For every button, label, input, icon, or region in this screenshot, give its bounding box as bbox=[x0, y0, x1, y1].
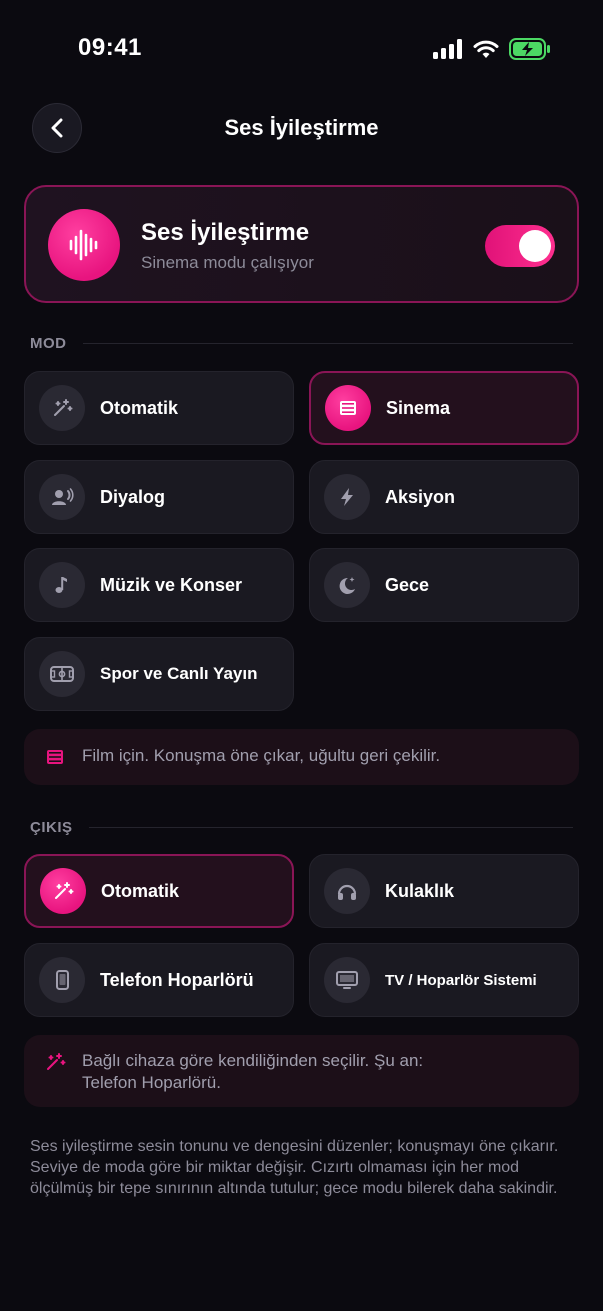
page-title: Ses İyileştirme bbox=[224, 115, 379, 140]
mode-cinema-label: Sinema bbox=[386, 397, 451, 418]
mode-sports-label: Spor ve Canlı Yayın bbox=[100, 664, 258, 683]
magic-wand-icon bbox=[39, 385, 85, 431]
moon-stars-icon bbox=[324, 562, 370, 608]
output-automatic-label: Otomatik bbox=[101, 880, 180, 901]
mode-night[interactable]: Gece bbox=[309, 548, 579, 622]
mode-cinema[interactable]: Sinema bbox=[309, 371, 579, 445]
enhancement-status: Sinema modu çalışıyor bbox=[141, 253, 314, 272]
output-info-text: Bağlı cihaza göre kendiliğinden seçilir.… bbox=[82, 1050, 423, 1094]
mode-action[interactable]: Aksiyon bbox=[309, 460, 579, 534]
output-section-header: ÇIKIŞ bbox=[30, 817, 573, 837]
mode-automatic-label: Otomatik bbox=[100, 397, 179, 418]
enhancement-toggle[interactable] bbox=[485, 225, 555, 267]
headphones-icon bbox=[324, 868, 370, 914]
magic-wand-icon bbox=[40, 868, 86, 914]
stadium-icon bbox=[39, 651, 85, 697]
output-info-line-1: Bağlı cihaza göre kendiliğinden seçilir.… bbox=[82, 1051, 424, 1070]
status-icons bbox=[433, 38, 551, 60]
output-automatic[interactable]: Otomatik bbox=[24, 854, 294, 928]
mode-music-label: Müzik ve Konser bbox=[100, 574, 243, 595]
output-phone-label: Telefon Hoparlörü bbox=[100, 969, 254, 990]
mode-dialog[interactable]: Diyalog bbox=[24, 460, 294, 534]
enhancement-title: Ses İyileştirme bbox=[141, 219, 310, 246]
speaker-voice-icon bbox=[39, 474, 85, 520]
status-bar: 09:41 bbox=[0, 0, 603, 96]
output-phone-speaker[interactable]: Telefon Hoparlörü bbox=[24, 943, 294, 1017]
output-tv-speaker-system[interactable]: TV / Hoparlör Sistemi bbox=[309, 943, 579, 1017]
output-info-line-2: Telefon Hoparlörü. bbox=[82, 1073, 221, 1092]
output-info-box: Bağlı cihaza göre kendiliğinden seçilir.… bbox=[24, 1035, 579, 1107]
divider bbox=[88, 826, 573, 828]
mode-section-header: MOD bbox=[30, 333, 573, 353]
mode-music-concert[interactable]: Müzik ve Konser bbox=[24, 548, 294, 622]
cellular-signal-icon bbox=[433, 39, 462, 59]
footer-description: Ses iyileştirme sesin tonunu ve dengesin… bbox=[30, 1138, 559, 1197]
output-section-label: ÇIKIŞ bbox=[30, 818, 73, 836]
mode-automatic[interactable]: Otomatik bbox=[24, 371, 294, 445]
output-headphones-label: Kulaklık bbox=[385, 880, 455, 901]
phone-icon bbox=[39, 957, 85, 1003]
output-headphones[interactable]: Kulaklık bbox=[309, 854, 579, 928]
enhancement-card: Ses İyileştirme Sinema modu çalışıyor bbox=[24, 185, 579, 303]
mode-night-label: Gece bbox=[385, 574, 430, 595]
magic-wand-icon bbox=[44, 1051, 66, 1078]
divider bbox=[82, 342, 573, 344]
waveform-icon bbox=[48, 209, 120, 281]
mode-action-label: Aksiyon bbox=[385, 486, 456, 507]
mode-sports-live[interactable]: Spor ve Canlı Yayın bbox=[24, 637, 294, 711]
status-time: 09:41 bbox=[78, 34, 142, 61]
film-icon bbox=[44, 746, 66, 773]
film-icon bbox=[325, 385, 371, 431]
music-note-icon bbox=[39, 562, 85, 608]
battery-charging-icon bbox=[509, 38, 550, 60]
wifi-icon bbox=[473, 40, 499, 58]
output-tv-label: TV / Hoparlör Sistemi bbox=[385, 971, 537, 989]
mode-info-box: Film için. Konuşma öne çıkar, uğultu ger… bbox=[24, 729, 579, 785]
toggle-knob bbox=[519, 230, 551, 262]
mode-info-text: Film için. Konuşma öne çıkar, uğultu ger… bbox=[82, 746, 441, 765]
mode-dialog-label: Diyalog bbox=[100, 486, 166, 507]
mode-section-label: MOD bbox=[30, 334, 67, 352]
tv-icon bbox=[324, 957, 370, 1003]
lightning-icon bbox=[324, 474, 370, 520]
